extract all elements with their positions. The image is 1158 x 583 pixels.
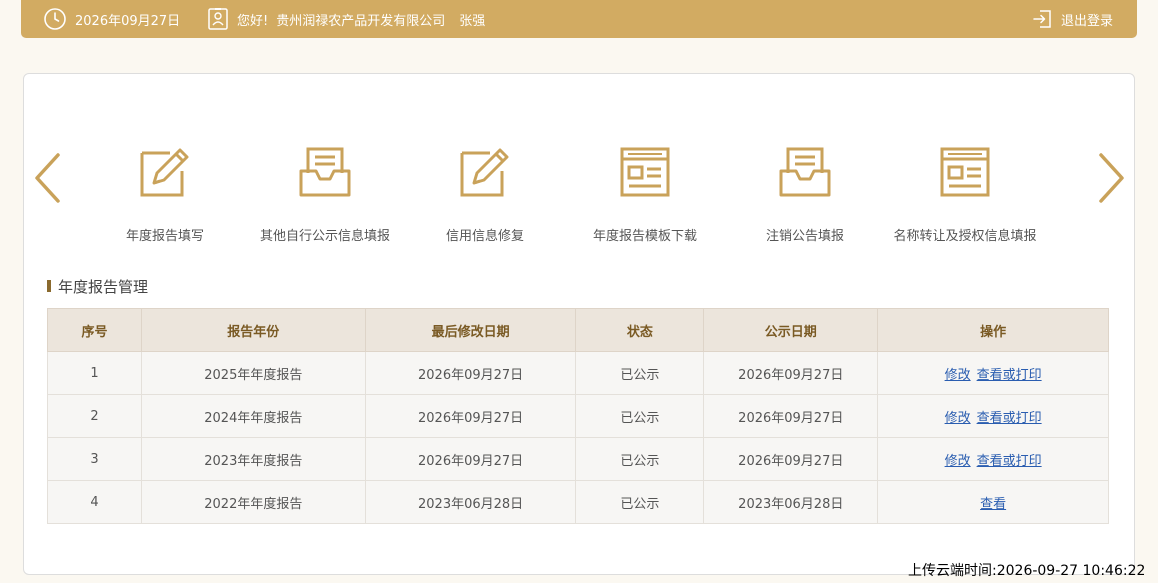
- cell-year: 2022年年度报告: [140, 480, 366, 524]
- cell-publish: 2026年09月27日: [703, 351, 879, 395]
- table-row: 4 2022年年度报告 2023年06月28日 已公示 2023年06月28日 …: [47, 480, 1109, 524]
- col-header-modified: 最后修改日期: [364, 308, 577, 352]
- browser-doc-icon: [620, 147, 670, 197]
- chevron-right-icon: [1099, 153, 1124, 203]
- func-other-disclosure[interactable]: 其他自行公示信息填报: [240, 145, 410, 244]
- table-row: 3 2023年年度报告 2026年09月27日 已公示 2026年09月27日 …: [47, 437, 1109, 481]
- company-name: 贵州润禄农产品开发有限公司: [276, 13, 446, 29]
- table-row: 2 2024年年度报告 2026年09月27日 已公示 2026年09月27日 …: [47, 394, 1109, 438]
- view-print-link[interactable]: 查看或打印: [977, 411, 1042, 426]
- cell-publish: 2026年09月27日: [703, 394, 879, 438]
- func-label: 信用信息修复: [445, 229, 524, 244]
- clock-icon: [44, 8, 66, 30]
- logout-button[interactable]: 退出登录: [1031, 0, 1113, 38]
- header-date: 2026年09月27日: [43, 0, 180, 38]
- edit-link[interactable]: 修改: [945, 411, 971, 426]
- view-link[interactable]: 查看: [980, 497, 1006, 512]
- browser-doc-icon: [940, 147, 990, 197]
- logout-label: 退出登录: [1060, 13, 1113, 29]
- edit-icon: [460, 148, 509, 197]
- cell-status: 已公示: [575, 480, 705, 524]
- cell-status: 已公示: [575, 394, 705, 438]
- cell-actions: 查看: [877, 480, 1109, 524]
- cell-actions: 修改 查看或打印: [877, 351, 1109, 395]
- cell-no: 1: [47, 351, 142, 395]
- edit-link[interactable]: 修改: [945, 368, 971, 383]
- col-header-status: 状态: [575, 308, 705, 352]
- carousel-prev-button[interactable]: [33, 152, 63, 204]
- func-label: 年度报告模板下载: [592, 229, 697, 244]
- cell-no: 3: [47, 437, 142, 481]
- view-print-link[interactable]: 查看或打印: [977, 454, 1042, 469]
- cell-no: 4: [47, 480, 142, 524]
- header-greeting: 您好! 贵州润禄农产品开发有限公司 张强: [207, 0, 485, 38]
- col-header-year: 报告年份: [140, 308, 366, 352]
- table-row: 1 2025年年度报告 2026年09月27日 已公示 2026年09月27日 …: [47, 351, 1109, 395]
- cell-modified: 2026年09月27日: [364, 394, 577, 438]
- logout-icon: [1033, 10, 1051, 28]
- section-marker: [47, 280, 51, 292]
- func-label: 名称转让及授权信息填报: [893, 229, 1037, 244]
- header-date-text: 2026年09月27日: [75, 13, 181, 29]
- func-name-transfer[interactable]: 名称转让及授权信息填报: [880, 145, 1050, 244]
- upload-time: 上传云端时间:2026-09-27 10:46:22: [908, 563, 1146, 579]
- func-label: 年度报告填写: [125, 229, 204, 244]
- greeting-text: 您好!: [237, 13, 269, 29]
- cell-modified: 2023年06月28日: [364, 480, 577, 524]
- carousel-next-button[interactable]: [1096, 152, 1126, 204]
- cell-actions: 修改 查看或打印: [877, 394, 1109, 438]
- cell-no: 2: [47, 394, 142, 438]
- cell-actions: 修改 查看或打印: [877, 437, 1109, 481]
- func-template-download[interactable]: 年度报告模板下载: [560, 145, 730, 244]
- func-label: 注销公告填报: [765, 229, 844, 244]
- cell-modified: 2026年09月27日: [364, 437, 577, 481]
- edit-link[interactable]: 修改: [945, 454, 971, 469]
- chevron-left-icon: [35, 153, 60, 203]
- func-credit-repair[interactable]: 信用信息修复: [400, 145, 570, 244]
- cell-year: 2023年年度报告: [140, 437, 366, 481]
- cell-year: 2025年年度报告: [140, 351, 366, 395]
- view-print-link[interactable]: 查看或打印: [977, 368, 1042, 383]
- func-cancellation-notice[interactable]: 注销公告填报: [720, 145, 890, 244]
- inbox-doc-icon: [299, 147, 351, 197]
- cell-modified: 2026年09月27日: [364, 351, 577, 395]
- table-header-row: 序号 报告年份 最后修改日期 状态 公示日期 操作: [47, 308, 1109, 352]
- section-title: 年度报告管理: [47, 276, 148, 296]
- col-header-publish: 公示日期: [703, 308, 879, 352]
- cell-status: 已公示: [575, 351, 705, 395]
- section-title-text: 年度报告管理: [58, 277, 149, 296]
- col-header-no: 序号: [47, 308, 142, 352]
- inbox-doc-icon: [779, 147, 831, 197]
- user-card-icon: [208, 8, 228, 30]
- func-annual-report-fill[interactable]: 年度报告填写: [80, 145, 250, 244]
- col-header-actions: 操作: [877, 308, 1109, 352]
- func-label: 其他自行公示信息填报: [259, 229, 390, 244]
- cell-year: 2024年年度报告: [140, 394, 366, 438]
- cell-publish: 2026年09月27日: [703, 437, 879, 481]
- edit-icon: [140, 148, 189, 197]
- top-bar: 2026年09月27日 您好! 贵州润禄农产品开发有限公司 张强 退出登录: [21, 0, 1137, 38]
- user-name: 张强: [459, 13, 486, 29]
- cell-publish: 2023年06月28日: [703, 480, 879, 524]
- annual-report-table: 序号 报告年份 最后修改日期 状态 公示日期 操作 1 2025年年度报告 20…: [47, 308, 1109, 524]
- cell-status: 已公示: [575, 437, 705, 481]
